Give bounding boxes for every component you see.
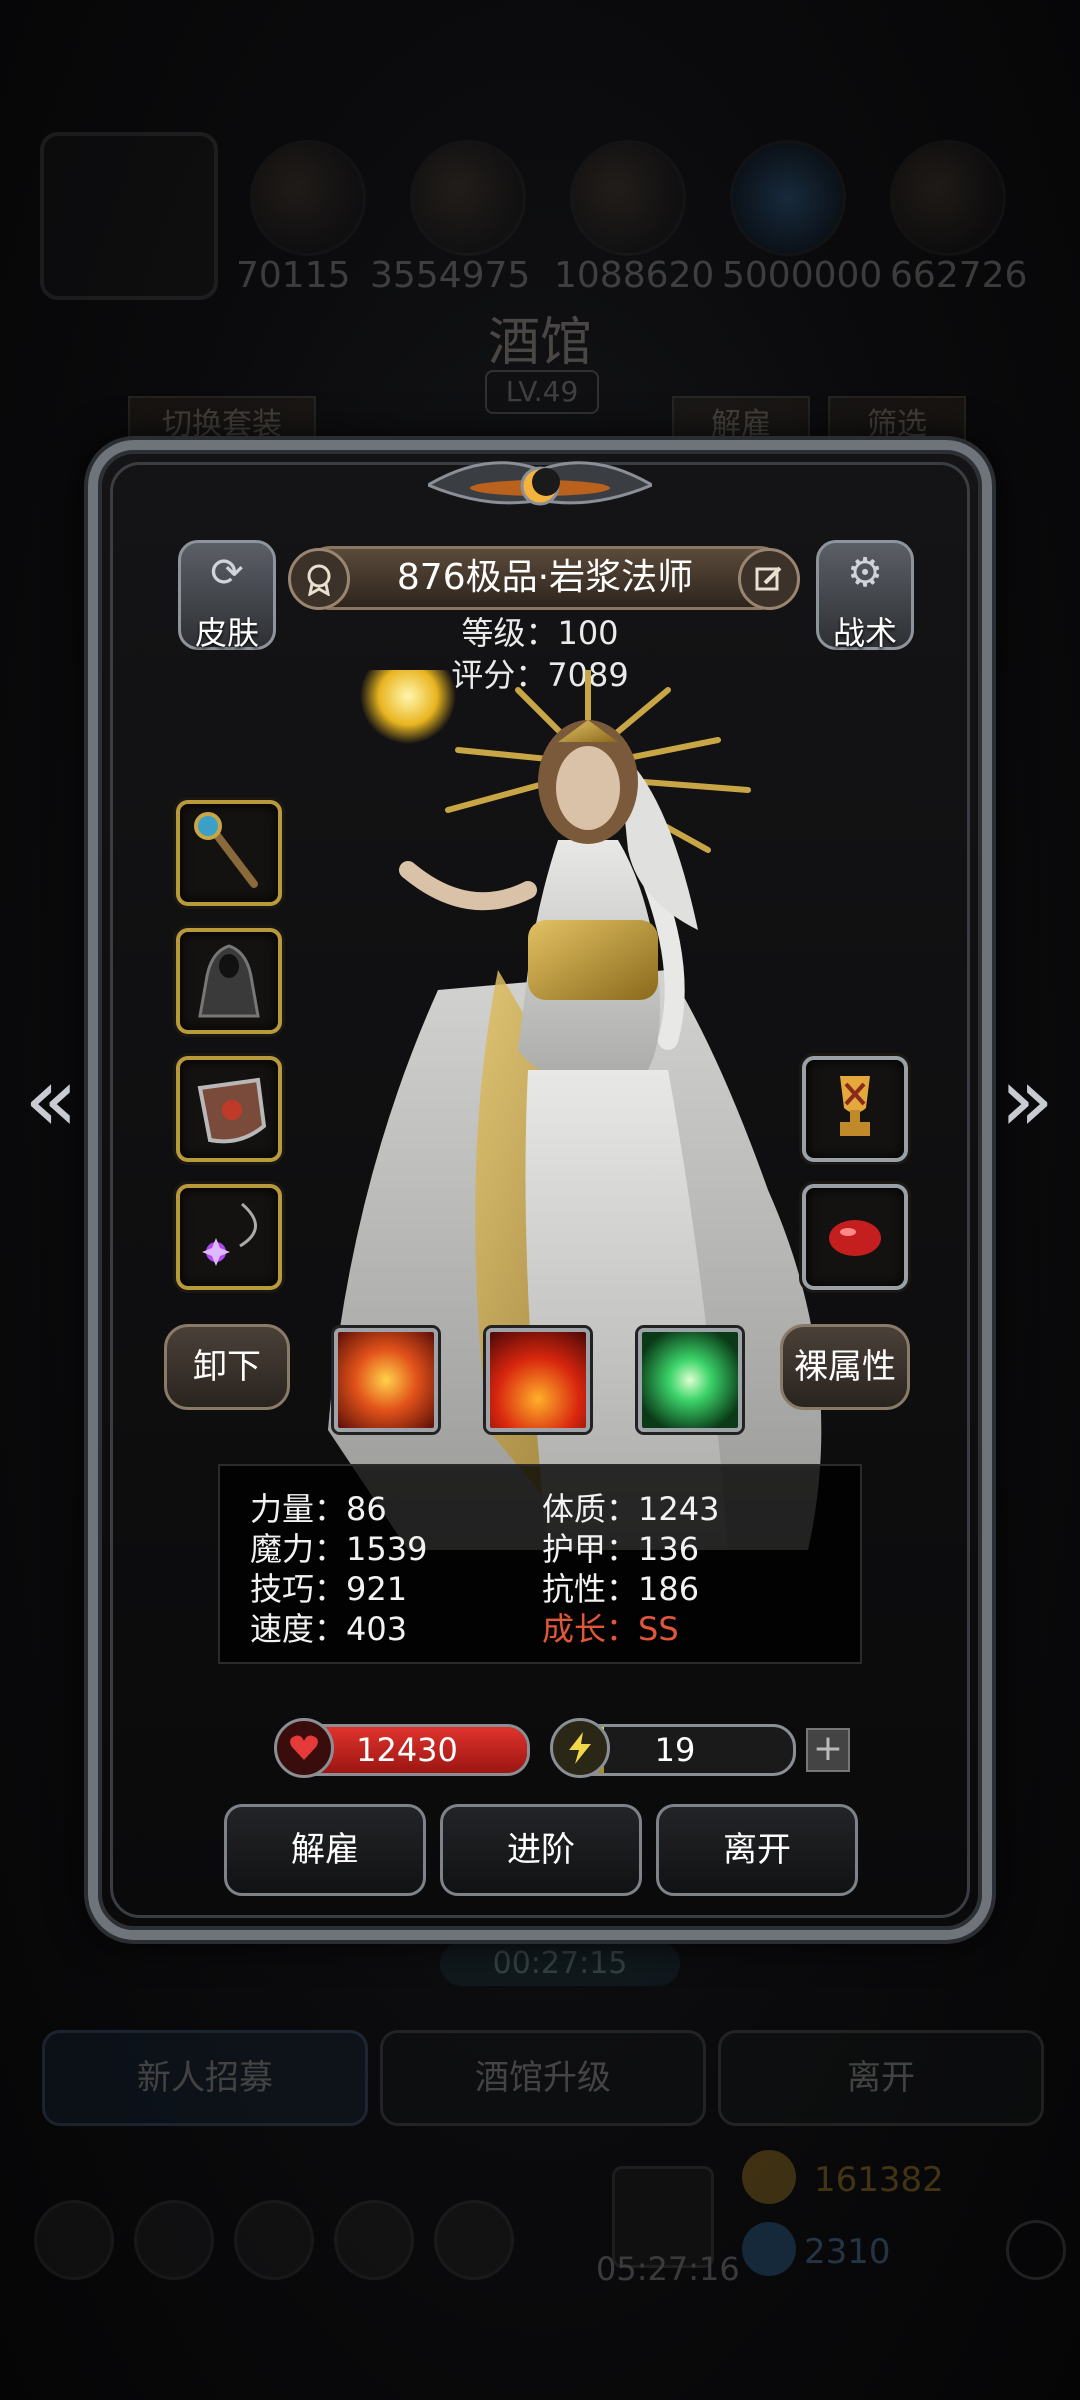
add-energy-button[interactable]: + (806, 1728, 850, 1772)
attr-growth: 成长：SS (542, 1610, 679, 1648)
resource-icon (570, 140, 686, 256)
rank-badge-icon (288, 548, 350, 610)
attr-speed: 速度：403 (250, 1610, 408, 1648)
gear-icon: ⚙ (847, 550, 883, 596)
tactics-button[interactable]: ⚙ 战术 (816, 540, 914, 652)
dock-icon[interactable] (234, 2200, 314, 2280)
advance-button[interactable]: 进阶 (440, 1804, 642, 1896)
dock-icon[interactable] (134, 2200, 214, 2280)
gem-icon (742, 2222, 796, 2276)
hero-portrait (328, 670, 822, 1550)
fire-burst-icon[interactable] (334, 1328, 438, 1432)
rename-edit-icon[interactable] (738, 548, 800, 610)
green-light-icon[interactable] (638, 1328, 742, 1432)
previous-hero-arrow-icon[interactable]: « (16, 1056, 86, 1144)
staff-icon[interactable] (176, 800, 282, 906)
dock-icon[interactable] (434, 2200, 514, 2280)
resource-amount: 5000000 (722, 255, 883, 296)
cloak-icon[interactable] (176, 928, 282, 1034)
gold-amount: 161382 (814, 2160, 944, 2200)
tavern-leave-button[interactable]: 离开 (718, 2030, 1044, 2126)
back-button[interactable] (40, 132, 218, 300)
amulet-icon[interactable] (176, 1184, 282, 1290)
crest-ornament-icon (428, 461, 652, 506)
dismiss-button[interactable]: 解雇 (224, 1804, 426, 1896)
attributes-panel: 力量：86 魔力：1539 技巧：921 速度：403 体质：1243 护甲：1… (218, 1464, 862, 1664)
hero-detail-modal: 876极品·岩浆法师 等级：100 评分：7089 ⟳ 皮肤 ⚙ 战术 卸下 裸… (88, 440, 992, 1940)
hero-name: 876极品·岩浆法师 (302, 546, 788, 610)
leave-button[interactable]: 离开 (656, 1804, 858, 1896)
dock-icon[interactable] (34, 2200, 114, 2280)
lightning-icon (550, 1718, 610, 1778)
resource-icon (730, 140, 846, 256)
next-hero-arrow-icon[interactable]: » (992, 1056, 1062, 1144)
resource-icon (250, 140, 366, 256)
flame-icon[interactable] (486, 1328, 590, 1432)
red-gem-icon[interactable] (802, 1184, 908, 1290)
resource-amount: 3554975 (370, 255, 531, 296)
skin-label: 皮肤 (194, 614, 259, 652)
unequip-button[interactable]: 卸下 (164, 1324, 290, 1410)
dock-icon[interactable] (334, 2200, 414, 2280)
tactics-label: 战术 (832, 614, 897, 652)
skin-button[interactable]: ⟳ 皮肤 (178, 540, 276, 652)
shirt-swap-icon: ⟳ (210, 550, 244, 596)
new-recruit-button[interactable]: 新人招募 (42, 2030, 368, 2126)
resource-icon (890, 140, 1006, 256)
recruit-timer: 00:27:15 (440, 1942, 680, 1986)
add-icon[interactable] (1006, 2220, 1066, 2280)
shield-icon[interactable] (176, 1056, 282, 1162)
tavern-upgrade-button[interactable]: 酒馆升级 (380, 2030, 706, 2126)
raw-attributes-button[interactable]: 裸属性 (780, 1324, 910, 1410)
tavern-title: 酒馆 (487, 313, 592, 373)
resource-amount: 70115 (236, 255, 351, 296)
resource-amount: 662726 (890, 255, 1028, 296)
gold-coin-icon (742, 2150, 796, 2204)
heart-icon (274, 1718, 334, 1778)
resource-icon (410, 140, 526, 256)
gem-amount: 2310 (804, 2232, 891, 2272)
tavern-level: LV.49 (485, 370, 599, 414)
trophy-icon[interactable] (802, 1056, 908, 1162)
resource-amount: 1088620 (554, 255, 715, 296)
dock-timer: 05:27:16 (596, 2250, 740, 2288)
